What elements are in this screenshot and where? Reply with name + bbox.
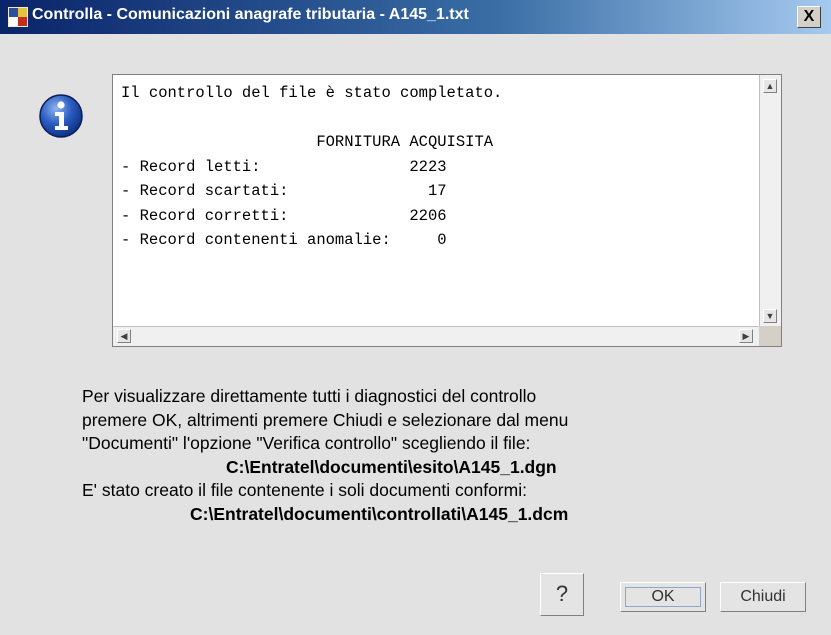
scroll-corner <box>759 326 781 346</box>
info-icon <box>39 94 83 138</box>
window-title: Controlla - Comunicazioni anagrafe tribu… <box>32 6 469 23</box>
horizontal-scrollbar[interactable]: ◀ ▶ <box>113 326 781 346</box>
help-button[interactable]: ? <box>540 573 584 616</box>
dialog-window: Controlla - Comunicazioni anagrafe tribu… <box>0 0 831 635</box>
message-text: Per visualizzare direttamente tutti i di… <box>82 385 568 526</box>
title-bar[interactable]: Controlla - Comunicazioni anagrafe tribu… <box>0 0 831 34</box>
focus-ring <box>625 587 701 607</box>
close-dialog-button[interactable]: Chiudi <box>720 582 806 612</box>
message-line: E' stato creato il file contenente i sol… <box>82 480 527 500</box>
vertical-scrollbar[interactable]: ▲ ▼ <box>759 75 781 327</box>
scroll-right-arrow-icon[interactable]: ▶ <box>739 329 753 343</box>
scroll-down-arrow-icon[interactable]: ▼ <box>763 309 777 323</box>
message-line: "Documenti" l'opzione "Verifica controll… <box>82 433 531 453</box>
report-text: Il controllo del file è stato completato… <box>121 84 503 249</box>
app-logo-icon <box>8 7 28 27</box>
diagnostic-file-path: C:\Entratel\documenti\esito\A145_1.dgn <box>226 456 557 477</box>
message-line: Per visualizzare direttamente tutti i di… <box>82 386 537 406</box>
message-line: premere OK, altrimenti premere Chiudi e … <box>82 409 569 430</box>
close-button[interactable]: X <box>797 6 821 28</box>
scroll-left-arrow-icon[interactable]: ◀ <box>117 329 131 343</box>
ok-button[interactable]: OK <box>620 582 706 612</box>
report-textarea[interactable]: Il controllo del file è stato completato… <box>112 74 782 347</box>
scroll-up-arrow-icon[interactable]: ▲ <box>763 79 777 93</box>
conform-file-path: C:\Entratel\documenti\controllati\A145_1… <box>190 503 569 524</box>
